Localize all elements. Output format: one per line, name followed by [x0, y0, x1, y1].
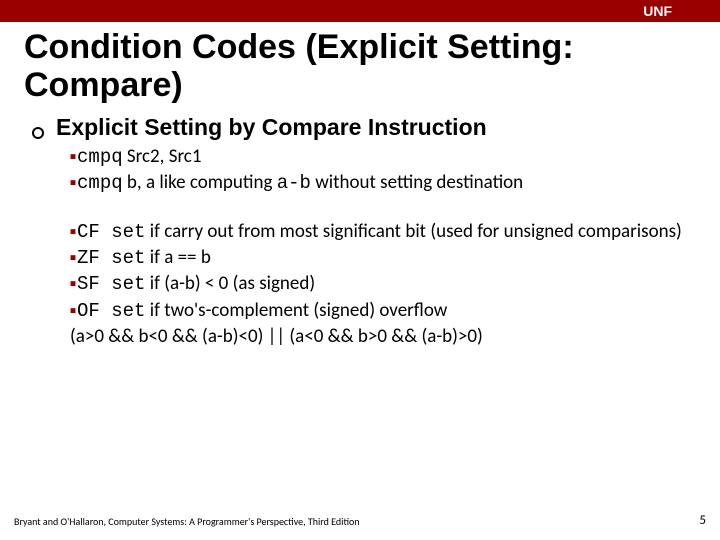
of-expression: (a>0 && b<0 && (a-b)<0) || (a<0 && b>0 &…: [70, 325, 690, 349]
plain-text: without setting destination: [311, 171, 523, 194]
plain-text: if carry out from most significant bit (…: [145, 220, 681, 243]
code-text: cmpq: [77, 146, 123, 168]
plain-text: if a == b: [145, 246, 210, 269]
bullet-cmpq-desc: ▪cmpq b, a like computing a-b without se…: [70, 171, 690, 195]
bullet-cf: ▪CF set if carry out from most significa…: [70, 220, 690, 244]
flag-name: OF set: [77, 300, 145, 322]
top-bar: UNF: [0, 0, 720, 22]
slide-body: Explicit Setting by Compare Instruction …: [0, 114, 720, 349]
plain-text: if (a-b) < 0 (as signed): [145, 272, 315, 295]
bullet-group-2: ▪CF set if carry out from most significa…: [70, 220, 690, 350]
bullet-of: ▪OF set if two's-complement (signed) ove…: [70, 299, 690, 323]
flag-name: CF set: [77, 221, 145, 243]
plain-text: Src2, Src1: [123, 145, 202, 168]
plain-text: b, a: [123, 171, 155, 194]
square-bullet-icon: ▪: [70, 247, 76, 268]
code-text: cmpq: [77, 172, 123, 194]
bullet-level1: Explicit Setting by Compare Instruction: [32, 114, 690, 141]
org-label: UNF: [643, 3, 672, 19]
square-bullet-icon: ▪: [70, 273, 76, 294]
square-bullet-icon: ▪: [70, 300, 76, 321]
plain-text: if two's-complement (signed) overflow: [145, 299, 447, 322]
bullet-sf: ▪SF set if (a-b) < 0 (as signed): [70, 272, 690, 296]
plain-text: like computing: [155, 171, 277, 194]
square-bullet-icon: ▪: [70, 146, 76, 167]
section-heading: Explicit Setting by Compare Instruction: [56, 114, 487, 141]
square-bullet-icon: ▪: [70, 172, 76, 193]
footer-citation: Bryant and O'Hallaron, Computer Systems:…: [14, 515, 360, 528]
bullet-cmpq-syntax: ▪cmpq Src2, Src1: [70, 145, 690, 169]
circle-bullet-icon: [32, 127, 44, 139]
flag-name: ZF set: [77, 247, 145, 269]
square-bullet-icon: ▪: [70, 221, 76, 242]
bullet-group-1: ▪cmpq Src2, Src1 ▪cmpq b, a like computi…: [70, 145, 690, 196]
flag-name: SF set: [77, 273, 145, 295]
bullet-zf: ▪ZF set if a == b: [70, 246, 690, 270]
slide-title: Condition Codes (Explicit Setting: Compa…: [0, 22, 720, 114]
page-number: 5: [699, 513, 706, 528]
code-text: a-b: [277, 172, 311, 194]
